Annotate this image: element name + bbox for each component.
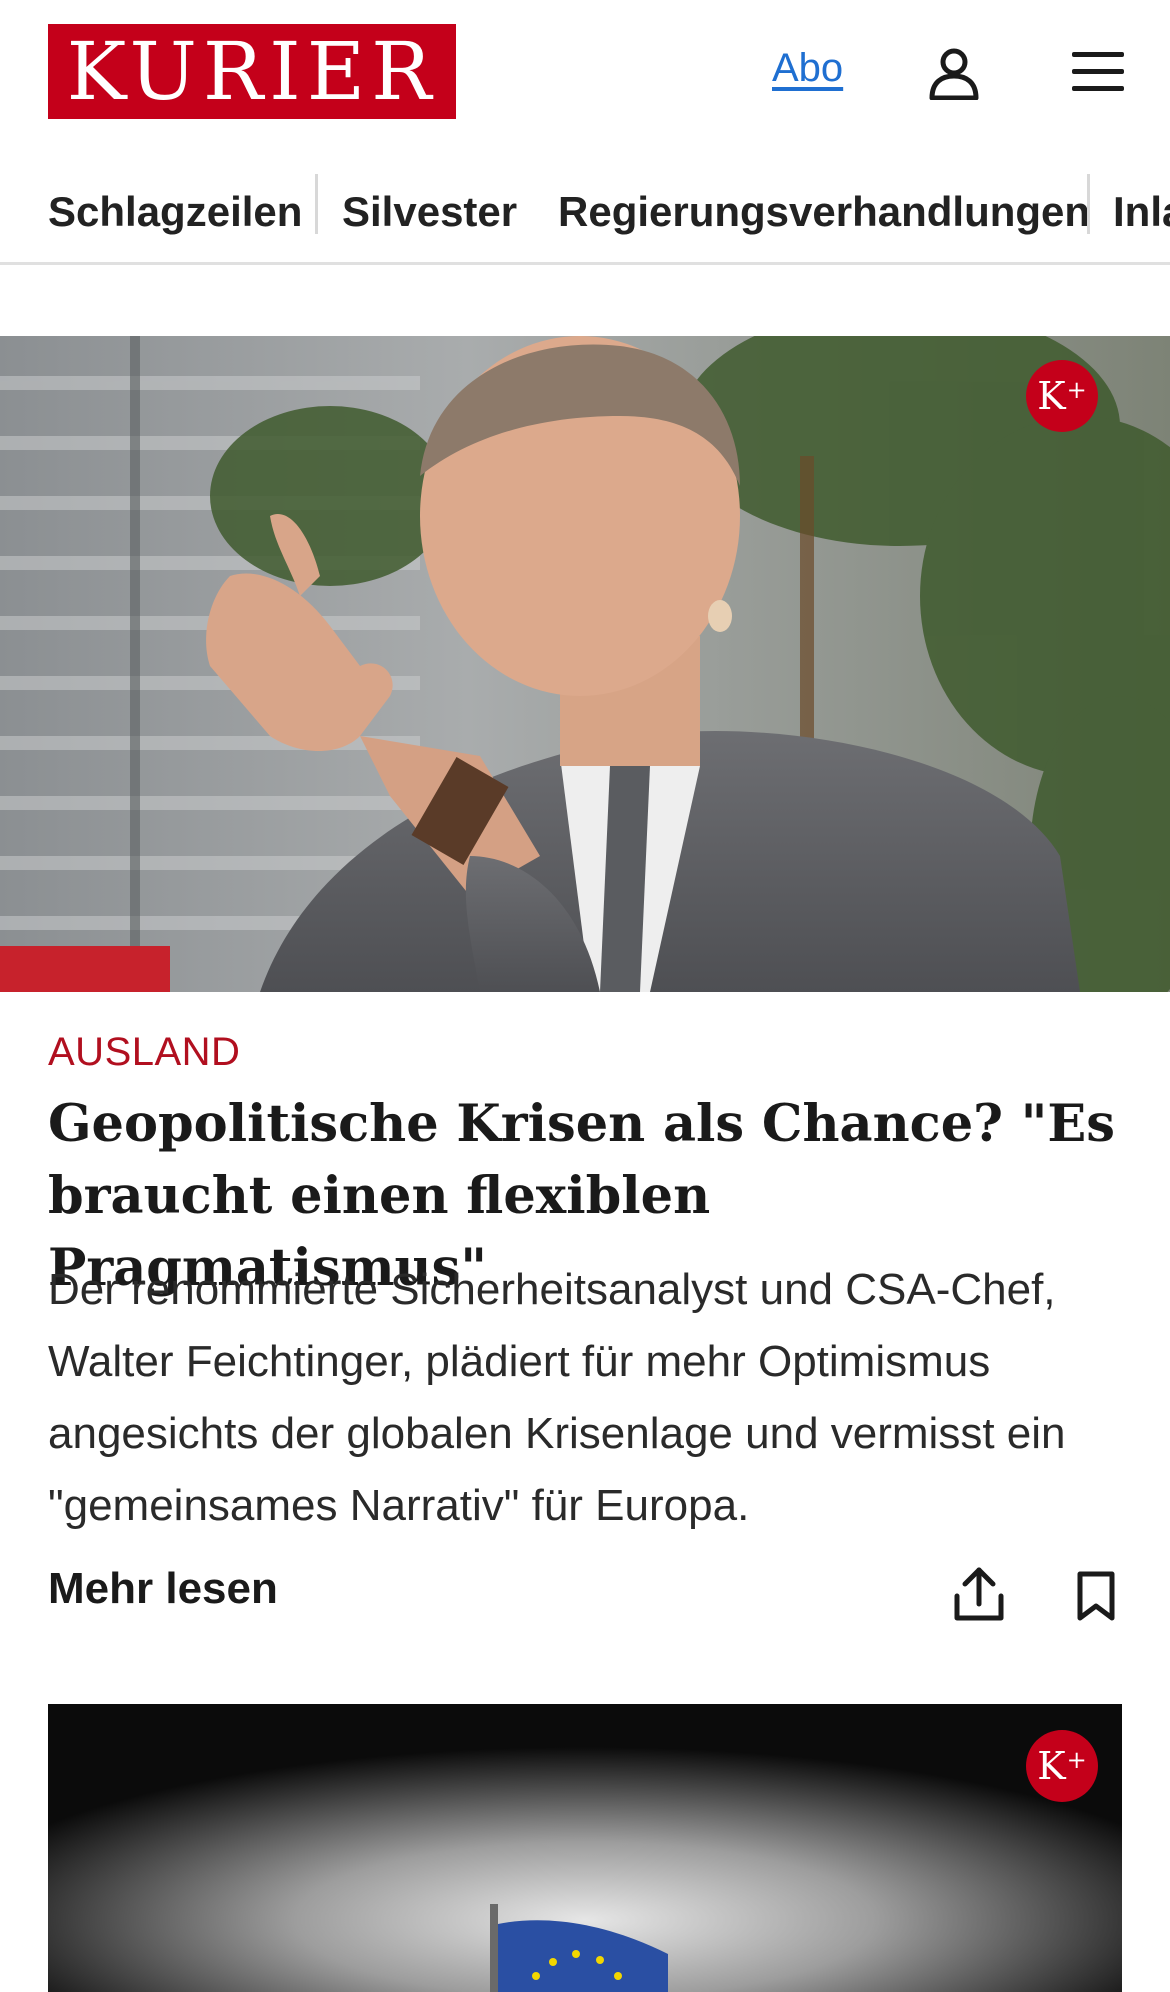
site-header: KURIER Abo xyxy=(0,0,1170,150)
second-article-image[interactable]: K + xyxy=(48,1704,1122,1992)
nav-item-schlagzeilen[interactable]: Schlagzeilen xyxy=(48,182,302,242)
topic-nav: Schlagzeilen Silvester Regierungsverhand… xyxy=(0,168,1170,265)
read-more-link[interactable]: Mehr lesen xyxy=(48,1564,278,1614)
bookmark-icon[interactable] xyxy=(1076,1570,1116,1622)
share-icon[interactable] xyxy=(952,1566,1006,1622)
abo-link[interactable]: Abo xyxy=(772,46,843,91)
article-hero-image[interactable]: K + xyxy=(0,336,1170,992)
menu-icon[interactable] xyxy=(1070,48,1126,96)
user-icon[interactable] xyxy=(928,46,980,101)
nav-item-silvester[interactable]: Silvester xyxy=(342,182,517,242)
kurier-logo[interactable]: KURIER xyxy=(48,24,456,119)
kplus-badge-icon: K + xyxy=(1026,1730,1098,1802)
article-teaser: Der renommierte Sicherheitsanalyst und C… xyxy=(48,1265,1066,1530)
nav-divider xyxy=(315,174,318,234)
article-category[interactable]: AUSLAND xyxy=(48,1030,240,1075)
nav-item-regierungsverhandlungen[interactable]: Regierungsverhandlungen xyxy=(558,182,1090,242)
nav-item-inland[interactable]: Inla xyxy=(1113,182,1170,242)
nav-divider xyxy=(1087,174,1090,234)
kplus-badge-icon: K + xyxy=(1026,360,1098,432)
